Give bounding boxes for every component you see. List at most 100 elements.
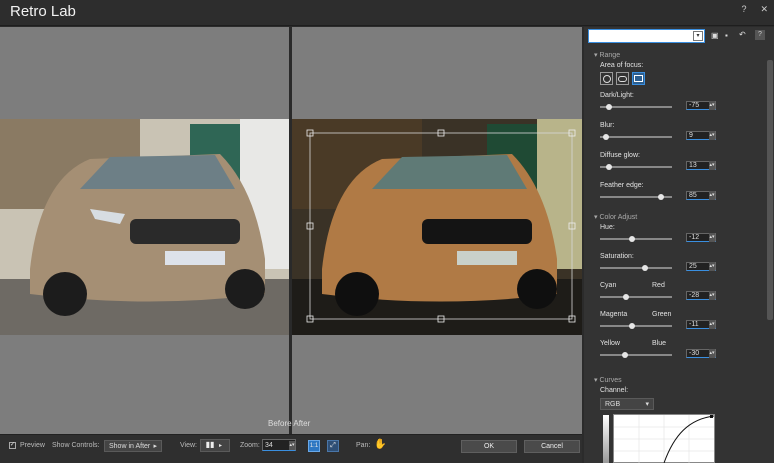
slider-right-label: Green bbox=[652, 311, 672, 318]
slider-value-field[interactable]: 85 ▴▾ bbox=[686, 191, 716, 200]
reset-icon[interactable]: ↶ bbox=[739, 30, 746, 39]
show-controls-label: Show Controls: bbox=[52, 442, 100, 449]
preview-checkbox[interactable]: ✓ bbox=[9, 442, 16, 449]
rectangle-focus-icon[interactable] bbox=[632, 72, 645, 85]
freehand-focus-icon[interactable] bbox=[616, 72, 629, 85]
spin-arrows-icon[interactable]: ▴▾ bbox=[709, 320, 715, 329]
slider-value: 85 bbox=[689, 192, 697, 199]
slider-value: -75 bbox=[689, 102, 700, 109]
settings-panel: ▾ ▣ ▪ ↶ ? ▾ Range Area of focus: ▾ Color… bbox=[584, 27, 774, 463]
help-icon[interactable]: ? bbox=[755, 30, 765, 40]
slider-label: Cyan bbox=[600, 282, 617, 289]
slider-track[interactable] bbox=[600, 134, 672, 140]
split-view-icon: ▮▮ bbox=[205, 440, 215, 449]
spin-arrows-icon[interactable]: ▴▾ bbox=[709, 161, 715, 170]
slider-track[interactable] bbox=[600, 323, 672, 329]
preview-area bbox=[0, 27, 582, 434]
after-photo bbox=[292, 119, 582, 335]
zoom-field[interactable]: 34 ▴▾ bbox=[262, 439, 296, 451]
slider-track[interactable] bbox=[600, 104, 672, 110]
zoom-label: Zoom: bbox=[240, 442, 260, 449]
channel-label: Channel: bbox=[600, 387, 629, 394]
slider-track[interactable] bbox=[600, 294, 672, 300]
area-focus-label: Area of focus: bbox=[600, 62, 644, 69]
slider-right-label: Red bbox=[652, 282, 665, 289]
help-icon[interactable]: ? bbox=[741, 4, 746, 15]
slider-label: Magenta bbox=[600, 311, 628, 318]
arrow-right-icon: ▸ bbox=[219, 443, 223, 449]
spin-arrows-icon[interactable]: ▴▾ bbox=[709, 349, 715, 358]
slider-track[interactable] bbox=[600, 352, 672, 358]
before-after-label: Before After bbox=[268, 419, 311, 428]
spin-arrows-icon[interactable]: ▴▾ bbox=[709, 291, 715, 300]
range-title: Range bbox=[599, 52, 621, 59]
slider-value-field[interactable]: -75 ▴▾ bbox=[686, 101, 716, 110]
slider-value-field[interactable]: -12 ▴▾ bbox=[686, 233, 716, 242]
slider-value: -12 bbox=[689, 234, 700, 241]
view-selector[interactable]: ▮▮ ▸ bbox=[200, 439, 230, 452]
ok-button[interactable]: OK bbox=[461, 440, 517, 453]
spin-arrows-icon[interactable]: ▴▾ bbox=[709, 233, 715, 242]
slider-value: 9 bbox=[689, 132, 693, 139]
slider-value-field[interactable]: 13 ▴▾ bbox=[686, 161, 716, 170]
slider-knob[interactable] bbox=[603, 134, 610, 140]
slider-label: Blur: bbox=[600, 122, 615, 129]
slider-knob[interactable] bbox=[622, 294, 629, 300]
color-adjust-section-header[interactable]: ▾ Color Adjust bbox=[594, 213, 637, 221]
bottom-toolbar: ✓ Preview Show Controls: Show in After ▸… bbox=[0, 434, 582, 463]
curves-section-header[interactable]: ▾ Curves bbox=[594, 376, 622, 384]
chevron-down-icon: ▾ bbox=[693, 31, 703, 41]
show-controls-value: Show in After bbox=[109, 442, 151, 450]
slider-knob[interactable] bbox=[658, 194, 665, 200]
close-icon[interactable]: ✕ bbox=[760, 4, 768, 15]
after-pane[interactable] bbox=[292, 27, 582, 434]
slider-value-field[interactable]: -30 ▴▾ bbox=[686, 349, 716, 358]
slider-knob[interactable] bbox=[622, 352, 629, 358]
preview-label: Preview bbox=[20, 442, 45, 449]
slider-knob[interactable] bbox=[628, 236, 635, 242]
slider-value-field[interactable]: -11 ▴▾ bbox=[686, 320, 716, 329]
range-section-header[interactable]: ▾ Range bbox=[594, 51, 620, 59]
before-pane[interactable] bbox=[0, 27, 289, 434]
fit-to-window-icon[interactable]: ⤢ bbox=[327, 440, 339, 452]
slider-value: -28 bbox=[689, 292, 700, 299]
slider-track[interactable] bbox=[600, 236, 672, 242]
slider-knob[interactable] bbox=[641, 265, 648, 271]
slider-right-label: Blue bbox=[652, 340, 667, 347]
spin-arrows-icon[interactable]: ▴▾ bbox=[709, 131, 715, 140]
preset-dropdown[interactable]: ▾ bbox=[588, 29, 705, 43]
slider-value: -30 bbox=[689, 350, 700, 357]
slider-value: 13 bbox=[689, 162, 697, 169]
slider-track[interactable] bbox=[600, 164, 672, 170]
show-controls-dropdown[interactable]: Show in After ▸ bbox=[104, 440, 162, 452]
slider-value-field[interactable]: 25 ▴▾ bbox=[686, 262, 716, 271]
slider-label: Dark/Light: bbox=[600, 92, 634, 99]
slider-knob[interactable] bbox=[629, 323, 636, 329]
curves-title: Curves bbox=[599, 377, 622, 384]
circle-focus-icon[interactable] bbox=[600, 72, 613, 85]
slider-label: Saturation: bbox=[600, 253, 634, 260]
channel-dropdown[interactable]: RGB ▾ bbox=[600, 398, 654, 410]
slider-value-field[interactable]: -28 ▴▾ bbox=[686, 291, 716, 300]
slider-track[interactable] bbox=[600, 265, 672, 271]
cancel-button[interactable]: Cancel bbox=[524, 440, 580, 453]
spin-arrows-icon[interactable]: ▴▾ bbox=[709, 101, 715, 110]
slider-value-field[interactable]: 9 ▴▾ bbox=[686, 131, 716, 140]
slider-knob[interactable] bbox=[606, 164, 613, 170]
save-preset-icon[interactable]: ▣ bbox=[711, 31, 719, 40]
spin-arrows-icon[interactable]: ▴▾ bbox=[289, 440, 295, 450]
before-photo bbox=[0, 119, 289, 335]
curves-graph[interactable] bbox=[613, 414, 715, 463]
spin-arrows-icon[interactable]: ▴▾ bbox=[709, 191, 715, 200]
slider-track[interactable] bbox=[600, 194, 672, 200]
panel-scrollbar[interactable] bbox=[767, 60, 773, 320]
slider-value: 25 bbox=[689, 263, 697, 270]
spin-arrows-icon[interactable]: ▴▾ bbox=[709, 262, 715, 271]
zoom-1to1-icon[interactable]: 1:1 bbox=[308, 440, 320, 452]
slider-knob[interactable] bbox=[605, 104, 612, 110]
view-label: View: bbox=[180, 442, 197, 449]
zoom-value: 34 bbox=[265, 441, 273, 449]
window-title: Retro Lab bbox=[10, 3, 76, 20]
pan-hand-icon[interactable]: ✋ bbox=[374, 439, 386, 450]
delete-preset-icon[interactable]: ▪ bbox=[725, 31, 728, 40]
